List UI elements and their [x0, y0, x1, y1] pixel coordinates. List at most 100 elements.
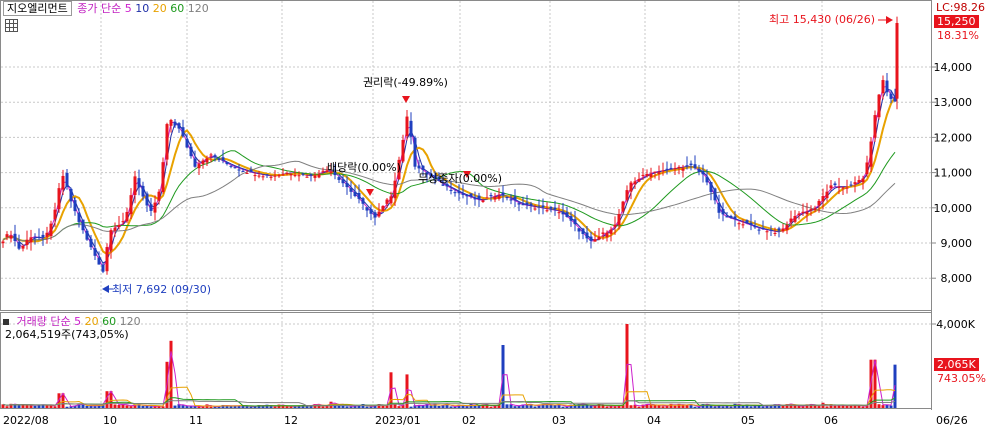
- candle-body: [577, 228, 581, 232]
- candle-body: [337, 177, 341, 180]
- ma5-label: 5: [124, 2, 132, 15]
- candle-body: [385, 199, 389, 204]
- current-volume-ratio: 743.05%: [937, 372, 986, 385]
- candle-body: [533, 208, 537, 210]
- candle-body: [225, 162, 229, 165]
- candle-body: [505, 196, 509, 199]
- candle-body: [821, 196, 825, 202]
- stock-chart[interactable]: 14,000 13,000 12,000 11,000 10,000 9,000 8,000…: [0, 0, 996, 430]
- volume-bar: [877, 404, 881, 408]
- candle-body: [581, 228, 585, 235]
- candle-body: [585, 232, 589, 239]
- candle-body: [477, 195, 481, 199]
- time-axis-label: 02: [462, 414, 476, 427]
- current-price-badge: 15,250: [934, 15, 979, 28]
- candle-body: [621, 201, 625, 212]
- candle-body: [421, 165, 425, 170]
- volume-bar: [605, 406, 609, 408]
- candle-body: [217, 158, 221, 161]
- candle-body: [653, 171, 657, 173]
- volume-bar: [833, 405, 837, 408]
- candle-body: [789, 218, 793, 223]
- candle-body: [777, 228, 781, 231]
- candle-body: [449, 189, 453, 191]
- candle-body: [797, 213, 801, 216]
- volume-bar: [209, 406, 213, 408]
- candle-body: [285, 173, 289, 175]
- volume-legend: 거래량 단순 5 20 60 120: [3, 315, 141, 328]
- candle-body: [101, 264, 105, 272]
- candle-body: [373, 212, 377, 218]
- candle-body: [105, 247, 109, 272]
- candle-body: [877, 94, 881, 118]
- volume-bar: [653, 405, 657, 408]
- candle-body: [45, 232, 49, 237]
- price-ma-label: 종가 단순: [77, 2, 122, 15]
- candle-body: [149, 204, 153, 211]
- candle-body: [353, 191, 357, 197]
- price-tick-label: 8,000: [941, 272, 973, 285]
- candle-body: [197, 164, 201, 169]
- candle-body: [409, 120, 413, 137]
- candle-body: [33, 237, 37, 239]
- candle-body: [417, 165, 421, 169]
- candle-body: [261, 176, 265, 178]
- volume-bar: [181, 405, 185, 408]
- volume-bar: [761, 406, 765, 408]
- volume-bar: [261, 406, 265, 408]
- candle-body: [453, 192, 457, 194]
- volume-bar: [161, 406, 165, 408]
- price-tick-label: 12,000: [934, 131, 973, 144]
- candle-body: [513, 196, 517, 201]
- stock-name[interactable]: 지오엘리먼트: [3, 1, 72, 16]
- volume-bar: [741, 405, 745, 408]
- candle-body: [781, 228, 785, 232]
- candle-body: [405, 116, 409, 137]
- candle-body: [289, 173, 293, 176]
- candle-body: [69, 188, 73, 202]
- bonus-annotation: 무상증자(0.00%): [418, 172, 503, 185]
- candle-body: [9, 235, 13, 239]
- candle-body: [57, 188, 61, 210]
- volume-bar: [173, 405, 177, 408]
- vol-ma5-line: [2, 351, 896, 408]
- candle-body: [369, 209, 373, 214]
- candle-body: [365, 207, 369, 211]
- grid-icon[interactable]: [5, 19, 18, 32]
- candle-body: [737, 223, 741, 225]
- candle-body: [713, 188, 717, 201]
- volume-bar: [613, 406, 617, 408]
- candle-body: [613, 224, 617, 227]
- vol-ma120-label: 120: [119, 315, 141, 328]
- candle-body: [889, 93, 893, 99]
- price-legend: 지오엘리먼트 종가 단순 5 10 20 60 120: [3, 1, 209, 16]
- candle-body: [597, 236, 601, 240]
- volume-bar: [473, 405, 477, 408]
- volume-bar: [65, 406, 69, 408]
- candle-body: [569, 216, 573, 221]
- volume-bar: [881, 405, 885, 408]
- candle-body: [517, 203, 521, 205]
- candle-body: [185, 138, 189, 148]
- candle-body: [85, 230, 89, 240]
- candle-body: [553, 207, 557, 210]
- candle-body: [13, 233, 17, 242]
- volume-bar: [397, 406, 401, 408]
- volume-menu-icon[interactable]: [3, 319, 9, 325]
- time-axis-label: 04: [647, 414, 661, 427]
- lc-label: LC:98.26: [936, 1, 986, 14]
- volume-bar: [449, 406, 453, 408]
- candle-body: [561, 211, 565, 215]
- volume-ma-label: 거래량 단순: [16, 315, 71, 328]
- volume-bar: [93, 406, 97, 408]
- candle-body: [461, 193, 465, 195]
- volume-bar: [793, 405, 797, 408]
- candle-body: [5, 234, 9, 237]
- candle-body: [865, 162, 869, 175]
- candle-body: [717, 202, 721, 213]
- candle-body: [701, 170, 705, 175]
- candle-body: [281, 174, 285, 176]
- candle-body: [853, 182, 857, 184]
- volume-bar: [845, 405, 849, 408]
- time-axis-label: 03: [552, 414, 566, 427]
